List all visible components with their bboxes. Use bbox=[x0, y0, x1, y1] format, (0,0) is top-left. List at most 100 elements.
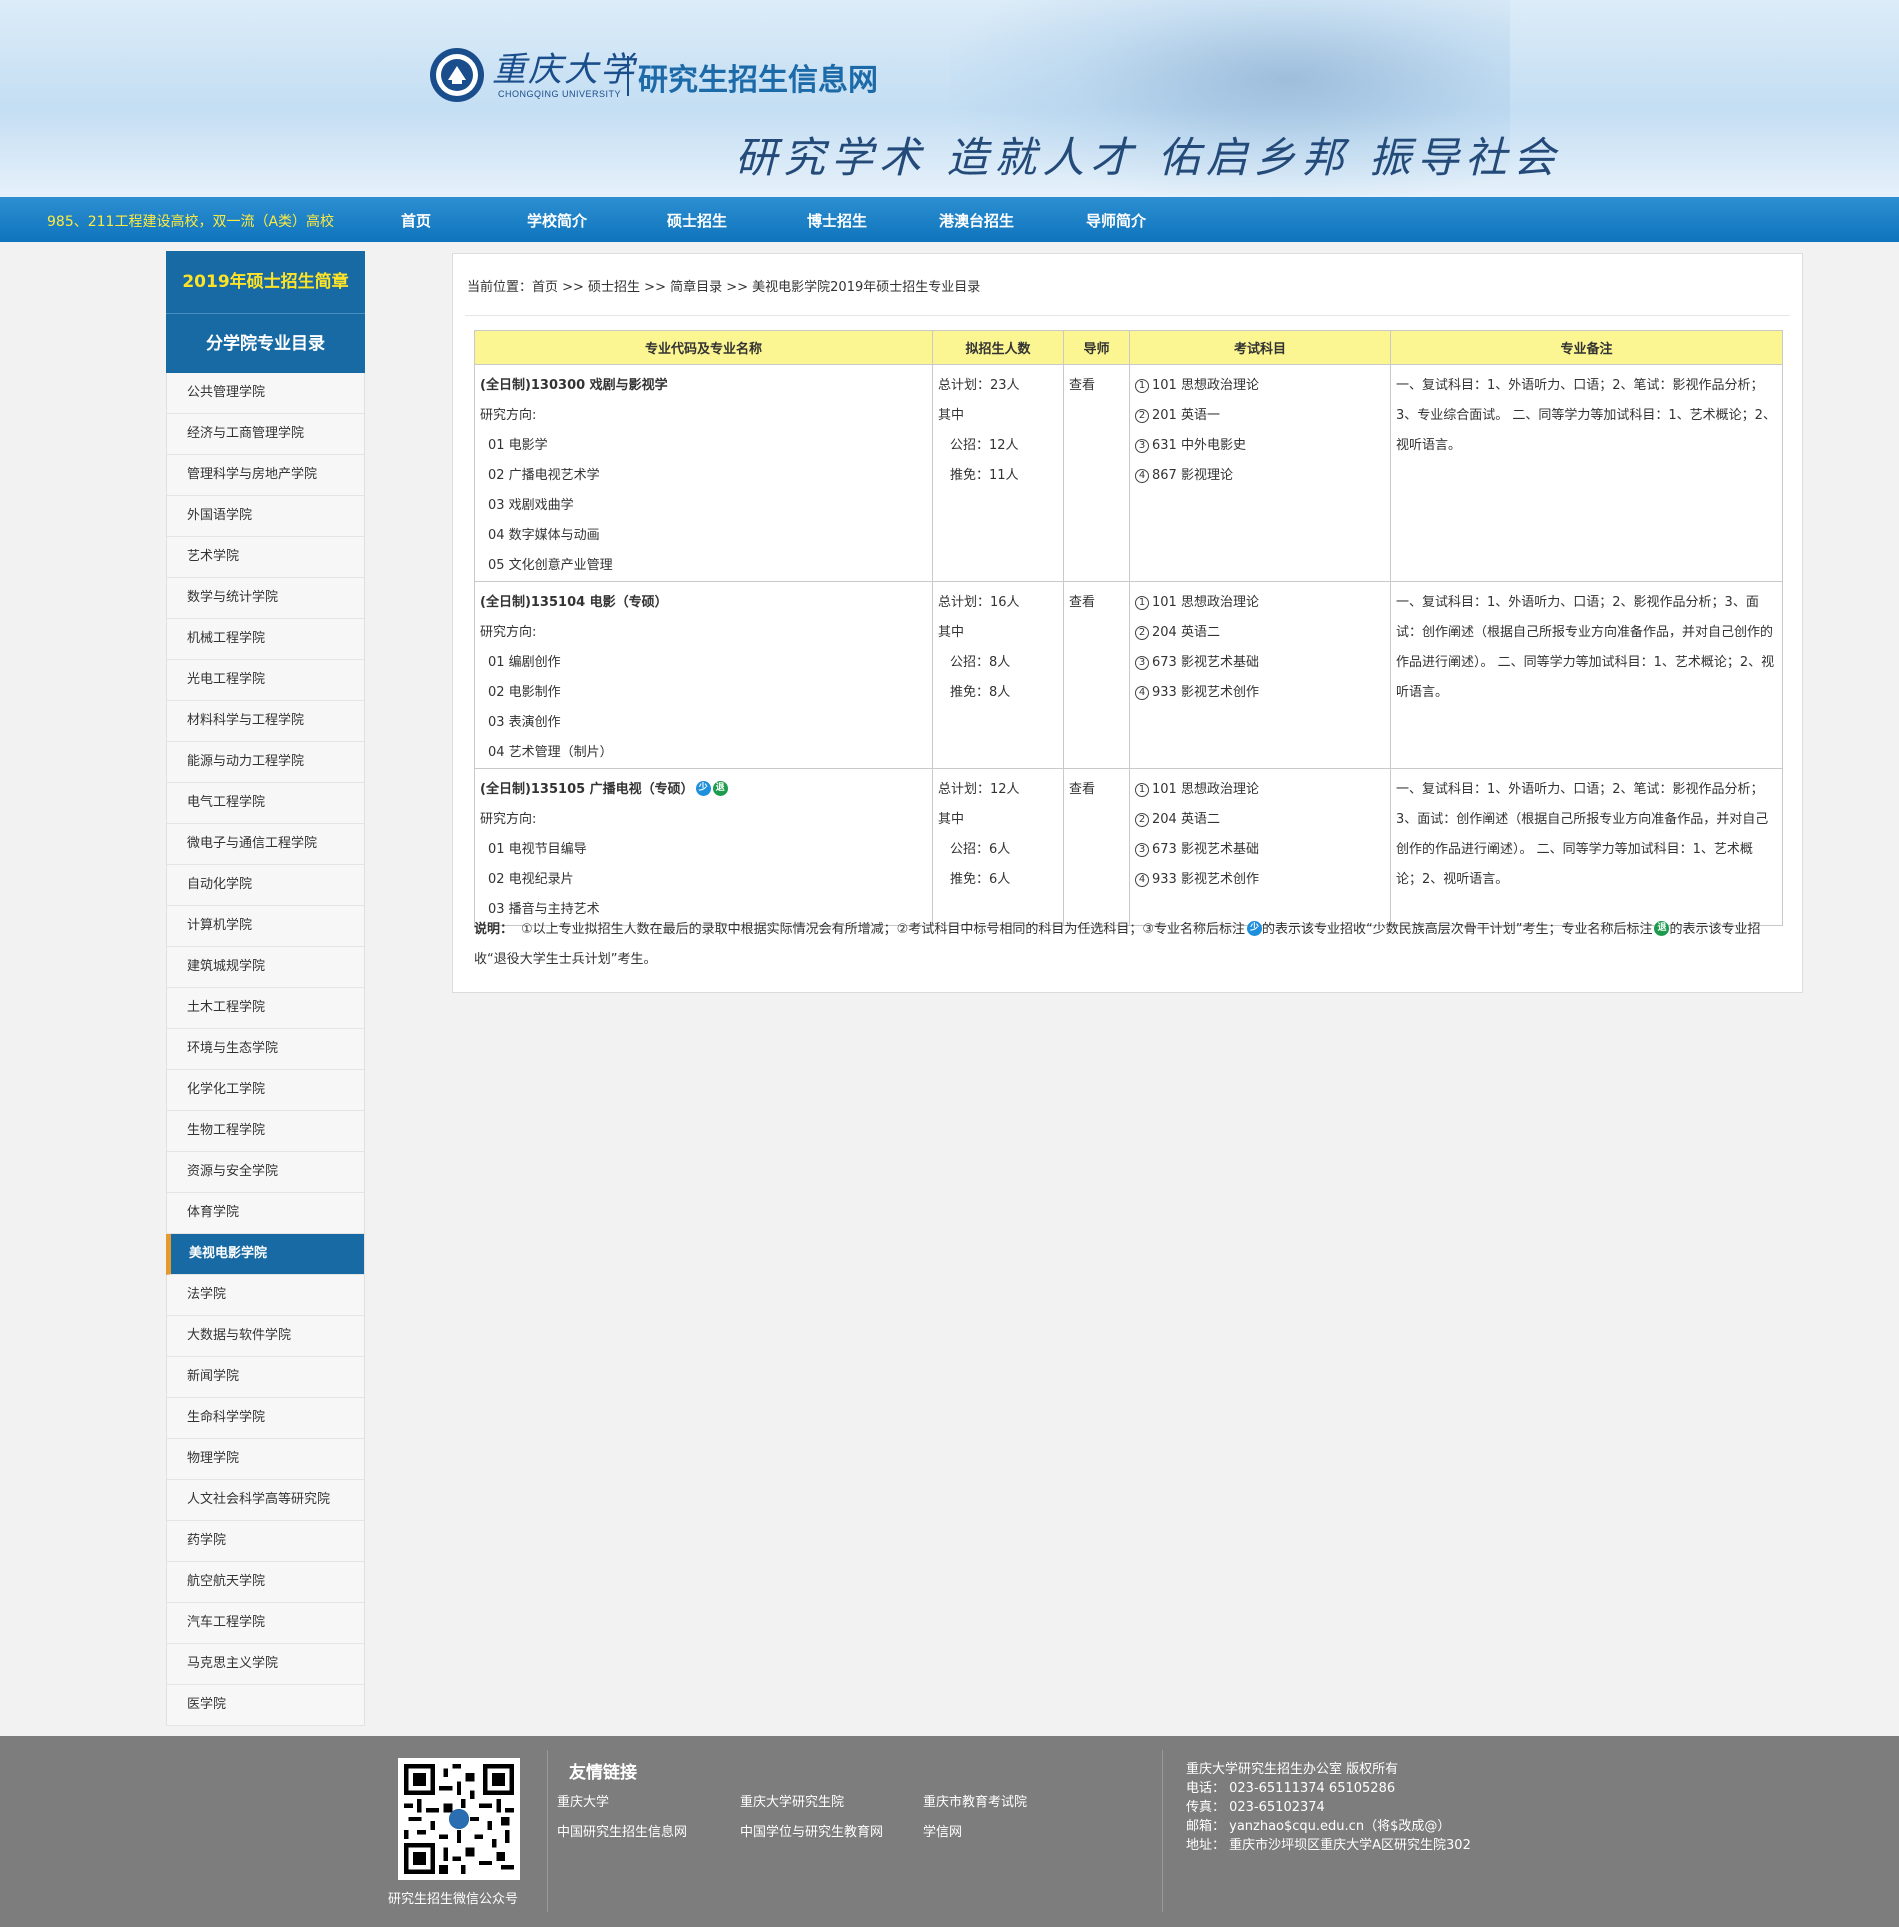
sidebar-item-college[interactable]: 管理科学与房地产学院 bbox=[166, 455, 365, 496]
remarks-cell: 一、复试科目：1、外语听力、口语；2、影视作品分析；3、面试：创作阐述（根据自己… bbox=[1390, 581, 1783, 769]
view-supervisor-link[interactable]: 查看 bbox=[1069, 775, 1123, 805]
exam-name: 201 英语一 bbox=[1152, 408, 1220, 423]
footer-divider bbox=[1162, 1750, 1163, 1912]
quota-recommend: 推免：11人 bbox=[950, 468, 1019, 483]
sidebar-item-college[interactable]: 土木工程学院 bbox=[166, 988, 365, 1029]
sidebar-item-college[interactable]: 公共管理学院 bbox=[166, 373, 365, 414]
major-cell: (全日制)130300 戏剧与影视学 研究方向: 01 电影学 02 广播电视艺术学 0… bbox=[474, 364, 933, 582]
sidebar-item-college[interactable]: 美视电影学院 bbox=[166, 1234, 365, 1275]
sidebar-item-college[interactable]: 大数据与软件学院 bbox=[166, 1316, 365, 1357]
header-banner: 重庆大学 CHONGQING UNIVERSITY 研究生招生信息网 研究学术 … bbox=[0, 0, 1899, 197]
sidebar-heading-catalog[interactable]: 分学院专业目录 bbox=[166, 313, 365, 373]
sidebar-item-college[interactable]: 航空航天学院 bbox=[166, 1562, 365, 1603]
site-title[interactable]: 研究生招生信息网 bbox=[638, 55, 878, 99]
sidebar-item-college[interactable]: 汽车工程学院 bbox=[166, 1603, 365, 1644]
exam-number: 4 bbox=[1135, 469, 1149, 483]
exam-subject: 1 101 思想政治理论 bbox=[1135, 775, 1384, 805]
exam-number: 2 bbox=[1135, 626, 1149, 640]
view-supervisor-link[interactable]: 查看 bbox=[1069, 371, 1123, 401]
sidebar-item-college[interactable]: 药学院 bbox=[166, 1521, 365, 1562]
footer-link-cqu-grad[interactable]: 重庆大学研究生院 bbox=[740, 1791, 844, 1810]
sidebar-item-college[interactable]: 自动化学院 bbox=[166, 865, 365, 906]
footer-link-degree[interactable]: 中国学位与研究生教育网 bbox=[740, 1821, 883, 1840]
nav-item-about[interactable]: 学校简介 bbox=[527, 210, 587, 231]
sidebar-item-college[interactable]: 材料科学与工程学院 bbox=[166, 701, 365, 742]
exam-name: 101 思想政治理论 bbox=[1152, 378, 1259, 393]
friendly-links-title: 友情链接 bbox=[569, 1763, 637, 1783]
breadcrumb[interactable]: 当前位置：首页 >> 硕士招生 >> 简章目录 >> 美视电影学院2019年硕士… bbox=[467, 276, 980, 295]
exam-subject: 4 933 影视艺术创作 bbox=[1135, 865, 1384, 895]
nav-item-supervisors[interactable]: 导师简介 bbox=[1086, 210, 1146, 231]
sidebar-item-college[interactable]: 数学与统计学院 bbox=[166, 578, 365, 619]
sidebar-item-college[interactable]: 艺术学院 bbox=[166, 537, 365, 578]
exam-number: 4 bbox=[1135, 686, 1149, 700]
major-remark: 一、复试科目：1、外语听力、口语；2、笔试：影视作品分析；3、面试：创作阐述（根… bbox=[1396, 782, 1769, 887]
school-motto: 研究学术 造就人才 佑启乡邦 振导社会 bbox=[735, 133, 1562, 182]
table-row: (全日制)135104 电影（专硕） 研究方向: 01 编剧创作 02 电影制作 03 … bbox=[474, 581, 1783, 769]
exam-subject: 1 101 思想政治理论 bbox=[1135, 371, 1384, 401]
research-direction: 03 戏剧戏曲学 bbox=[488, 498, 574, 513]
footer-link-cq-exam[interactable]: 重庆市教育考试院 bbox=[923, 1791, 1027, 1810]
sidebar-item-college[interactable]: 外国语学院 bbox=[166, 496, 365, 537]
exam-number: 2 bbox=[1135, 813, 1149, 827]
sidebar-item-college[interactable]: 计算机学院 bbox=[166, 906, 365, 947]
nav-item-master[interactable]: 硕士招生 bbox=[667, 210, 727, 231]
sidebar-item-college[interactable]: 物理学院 bbox=[166, 1439, 365, 1480]
major-title-text[interactable]: (全日制)135105 广播电视（专硕） bbox=[480, 782, 694, 797]
major-title[interactable]: (全日制)135105 广播电视（专硕）少退 bbox=[480, 775, 926, 805]
quota-recommend: 推免：6人 bbox=[950, 872, 1011, 887]
directions-label: 研究方向: bbox=[480, 625, 537, 640]
col-header-exams: 考试科目 bbox=[1129, 330, 1391, 365]
research-direction: 03 表演创作 bbox=[488, 715, 561, 730]
sidebar-item-college[interactable]: 医学院 bbox=[166, 1685, 365, 1726]
sidebar-item-college[interactable]: 环境与生态学院 bbox=[166, 1029, 365, 1070]
sidebar-item-college[interactable]: 生物工程学院 bbox=[166, 1111, 365, 1152]
major-title-text[interactable]: (全日制)130300 戏剧与影视学 bbox=[480, 378, 668, 393]
quota-total: 总计划：23人 bbox=[938, 378, 1020, 393]
sidebar-item-college[interactable]: 资源与安全学院 bbox=[166, 1152, 365, 1193]
footer-address: 地址： 重庆市沙坪坝区重庆大学A区研究生院302 bbox=[1186, 1838, 1471, 1853]
sidebar-item-college[interactable]: 马克思主义学院 bbox=[166, 1644, 365, 1685]
footer-link-chsi[interactable]: 学信网 bbox=[923, 1821, 962, 1840]
major-title[interactable]: (全日制)135104 电影（专硕） bbox=[480, 588, 926, 618]
minority-badge-icon: 少 bbox=[1246, 921, 1262, 936]
major-title[interactable]: (全日制)130300 戏剧与影视学 bbox=[480, 371, 926, 401]
major-cell: (全日制)135104 电影（专硕） 研究方向: 01 编剧创作 02 电影制作 03 … bbox=[474, 581, 933, 769]
exam-number: 4 bbox=[1135, 873, 1149, 887]
sidebar-item-college[interactable]: 体育学院 bbox=[166, 1193, 365, 1234]
exams-cell: 1 101 思想政治理论 2 201 英语一 3 631 中外电影史 4 867 影视理论 bbox=[1129, 364, 1391, 582]
nav-item-doctor[interactable]: 博士招生 bbox=[807, 210, 867, 231]
logo-school-name[interactable]: 重庆大学 bbox=[492, 42, 636, 91]
sidebar-item-college[interactable]: 能源与动力工程学院 bbox=[166, 742, 365, 783]
footer-link-chsi-yz[interactable]: 中国研究生招生信息网 bbox=[557, 1821, 687, 1840]
footer-copyright: 重庆大学研究生招生办公室 版权所有 bbox=[1186, 1762, 1399, 1777]
exam-name: 631 中外电影史 bbox=[1152, 438, 1246, 453]
exams-cell: 1 101 思想政治理论 2 204 英语二 3 673 影视艺术基础 4 933 影视艺术创… bbox=[1129, 768, 1391, 926]
sidebar-item-college[interactable]: 生命科学学院 bbox=[166, 1398, 365, 1439]
sidebar-item-college[interactable]: 建筑城规学院 bbox=[166, 947, 365, 988]
exams-cell: 1 101 思想政治理论 2 204 英语二 3 673 影视艺术基础 4 933 影视艺术创… bbox=[1129, 581, 1391, 769]
sidebar-item-college[interactable]: 微电子与通信工程学院 bbox=[166, 824, 365, 865]
nav-item-home[interactable]: 首页 bbox=[401, 210, 431, 231]
major-title-text[interactable]: (全日制)135104 电影（专硕） bbox=[480, 595, 668, 610]
sidebar-item-college[interactable]: 光电工程学院 bbox=[166, 660, 365, 701]
exam-name: 204 英语二 bbox=[1152, 812, 1220, 827]
nav-item-hmt[interactable]: 港澳台招生 bbox=[939, 210, 1014, 231]
exam-number: 1 bbox=[1135, 596, 1149, 610]
quota-label: 其中 bbox=[938, 408, 965, 423]
footer-link-cqu[interactable]: 重庆大学 bbox=[557, 1791, 609, 1810]
sidebar-item-college[interactable]: 新闻学院 bbox=[166, 1357, 365, 1398]
sidebar-item-college[interactable]: 法学院 bbox=[166, 1275, 365, 1316]
school-emblem-icon[interactable] bbox=[428, 46, 486, 104]
minority-badge-icon: 少 bbox=[695, 781, 711, 796]
sidebar-item-college[interactable]: 电气工程学院 bbox=[166, 783, 365, 824]
sidebar-item-college[interactable]: 机械工程学院 bbox=[166, 619, 365, 660]
sidebar-item-college[interactable]: 人文社会科学高等研究院 bbox=[166, 1480, 365, 1521]
sidebar-item-college[interactable]: 经济与工商管理学院 bbox=[166, 414, 365, 455]
exam-name: 673 影视艺术基础 bbox=[1152, 655, 1259, 670]
footer: 研究生招生微信公众号 友情链接 重庆大学 重庆大学研究生院 重庆市教育考试院 中… bbox=[0, 1736, 1899, 1927]
sidebar-item-college[interactable]: 化学化工学院 bbox=[166, 1070, 365, 1111]
exam-name: 101 思想政治理论 bbox=[1152, 595, 1259, 610]
view-supervisor-link[interactable]: 查看 bbox=[1069, 588, 1123, 618]
sidebar-heading-brochure[interactable]: 2019年硕士招生简章 bbox=[166, 251, 365, 313]
